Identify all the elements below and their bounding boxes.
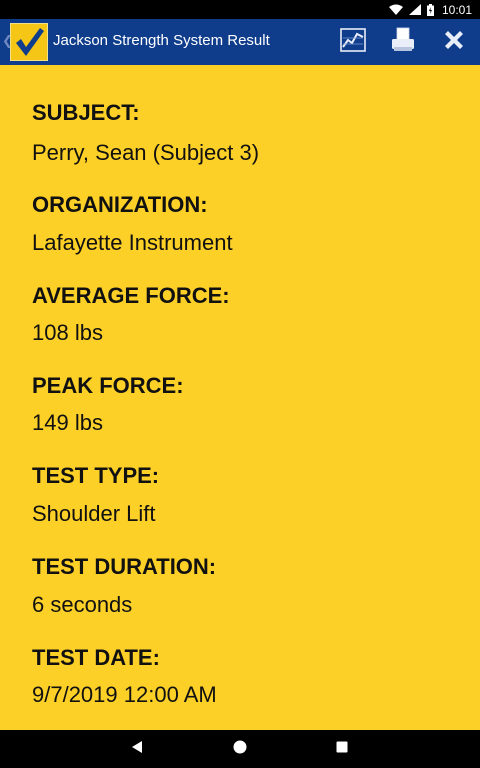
test-duration-label: TEST DURATION:	[32, 554, 217, 579]
app-bar: ❮ Jackson Strength System Result	[0, 19, 480, 65]
organization-value: Lafayette Instrument	[32, 230, 233, 255]
status-icons: 10:01	[388, 0, 472, 19]
peak-force-label: PEAK FORCE:	[32, 373, 184, 398]
test-type-value: Shoulder Lift	[32, 501, 156, 526]
chart-button[interactable]	[338, 27, 368, 57]
close-button[interactable]	[439, 27, 469, 57]
navigation-bar	[0, 730, 480, 768]
checkmark-logo-icon	[10, 23, 48, 61]
close-icon	[442, 28, 466, 57]
print-icon	[390, 27, 416, 58]
organization-label: ORGANIZATION:	[32, 192, 208, 217]
wifi-icon	[388, 4, 403, 15]
status-time: 10:01	[441, 2, 472, 17]
signal-icon	[408, 4, 421, 15]
nav-back-button[interactable]	[127, 739, 147, 759]
peak-force-value: 149 lbs	[32, 410, 103, 435]
chart-icon	[340, 27, 366, 57]
nav-recents-button[interactable]	[332, 739, 352, 759]
status-bar: 10:01	[0, 0, 480, 19]
subject-value: Perry, Sean (Subject 3)	[32, 140, 260, 165]
test-duration-value: 6 seconds	[32, 592, 133, 617]
recents-icon	[336, 740, 348, 758]
average-force-label: AVERAGE FORCE:	[32, 283, 230, 308]
result-panel: SUBJECT: Perry, Sean (Subject 3) ORGANIZ…	[0, 65, 480, 730]
test-type-label: TEST TYPE:	[32, 463, 160, 488]
test-date-value: 9/7/2019 12:00 AM	[32, 682, 217, 707]
test-date-label: TEST DATE:	[32, 645, 160, 670]
back-icon	[130, 740, 144, 759]
print-button[interactable]	[388, 27, 418, 57]
average-force-value: 108 lbs	[32, 320, 103, 345]
battery-icon	[426, 3, 434, 16]
app-title: Jackson Strength System Result	[53, 32, 270, 49]
home-icon	[233, 740, 247, 759]
subject-label: SUBJECT:	[32, 100, 140, 125]
nav-home-button[interactable]	[230, 739, 250, 759]
